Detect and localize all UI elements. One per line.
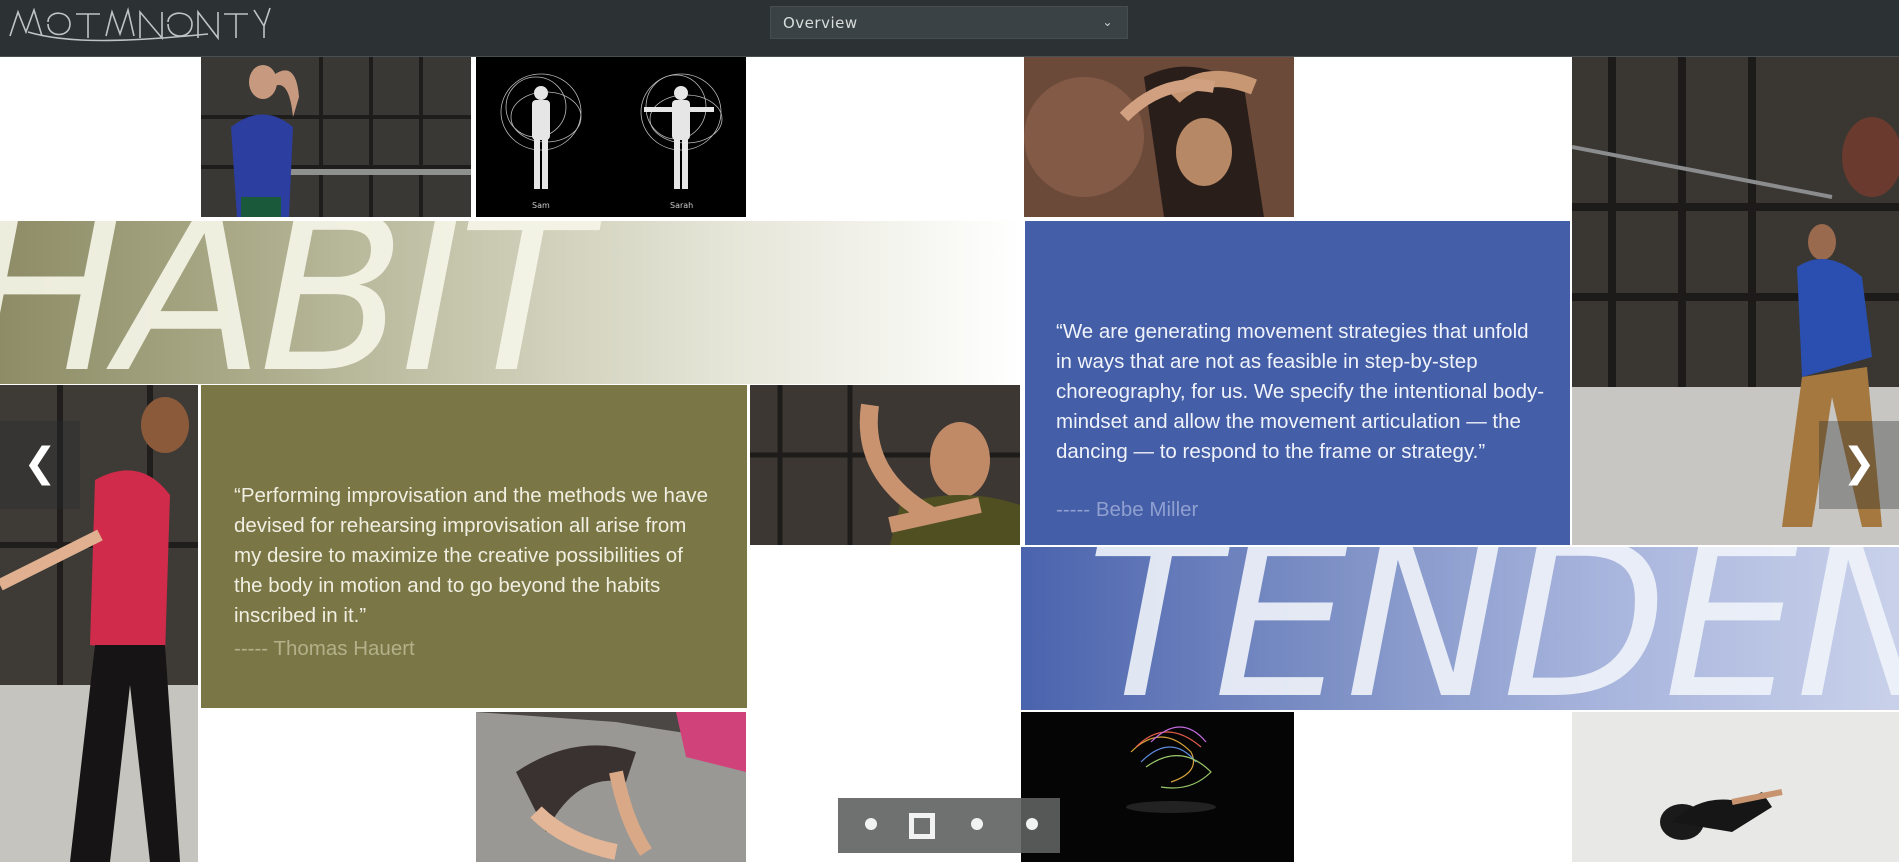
bebe-miller-attribution: ----- Bebe Miller (1056, 498, 1199, 521)
chevron-left-icon: ❮ (23, 440, 57, 486)
photo-dancers-arms-overhead[interactable] (1024, 57, 1294, 217)
pager-dot-1[interactable] (865, 818, 877, 830)
motion-bank-logo[interactable] (8, 4, 273, 44)
section-select-value: Overview (783, 14, 858, 32)
thomas-hauert-attribution: ----- Thomas Hauert (234, 637, 415, 660)
habit-title: HABIT (0, 221, 589, 384)
pager-dot-4[interactable] (1026, 818, 1038, 830)
chevron-right-icon: ❯ (1842, 440, 1876, 486)
thomas-hauert-quote: “Performing improvisation and the method… (234, 484, 709, 627)
photo-man-blue-tank[interactable] (201, 57, 471, 217)
bebe-miller-quote-box: “We are generating movement strategies t… (1025, 221, 1570, 545)
pager-dot-3[interactable] (971, 818, 983, 830)
next-arrow-button[interactable]: ❯ (1819, 421, 1899, 509)
habit-banner: HABIT (0, 221, 1021, 384)
silhouette-caption-sarah: Sarah (670, 201, 694, 210)
bebe-miller-quote: “We are generating movement strategies t… (1056, 320, 1545, 463)
silhouette-caption-sam: Sam (532, 201, 550, 210)
previous-arrow-button[interactable]: ❮ (0, 421, 80, 509)
thomas-hauert-quote-box: “Performing improvisation and the method… (201, 385, 747, 708)
section-select[interactable]: Overview ⌄ (770, 6, 1128, 39)
photo-colorful-visualization[interactable] (1021, 712, 1294, 862)
photo-silhouettes[interactable]: Sam Sarah (476, 57, 746, 217)
tendency-banner: TENDENC (1021, 547, 1899, 710)
photo-man-olive-shirt[interactable] (750, 385, 1020, 545)
chevron-down-icon: ⌄ (1102, 15, 1113, 29)
photo-dancer-on-floor[interactable] (1572, 712, 1899, 862)
pager-dot-2-active[interactable] (909, 813, 935, 839)
tendency-title: TENDENC (1086, 547, 1899, 710)
photo-feet-floor[interactable] (476, 712, 746, 862)
pager (838, 798, 1060, 853)
